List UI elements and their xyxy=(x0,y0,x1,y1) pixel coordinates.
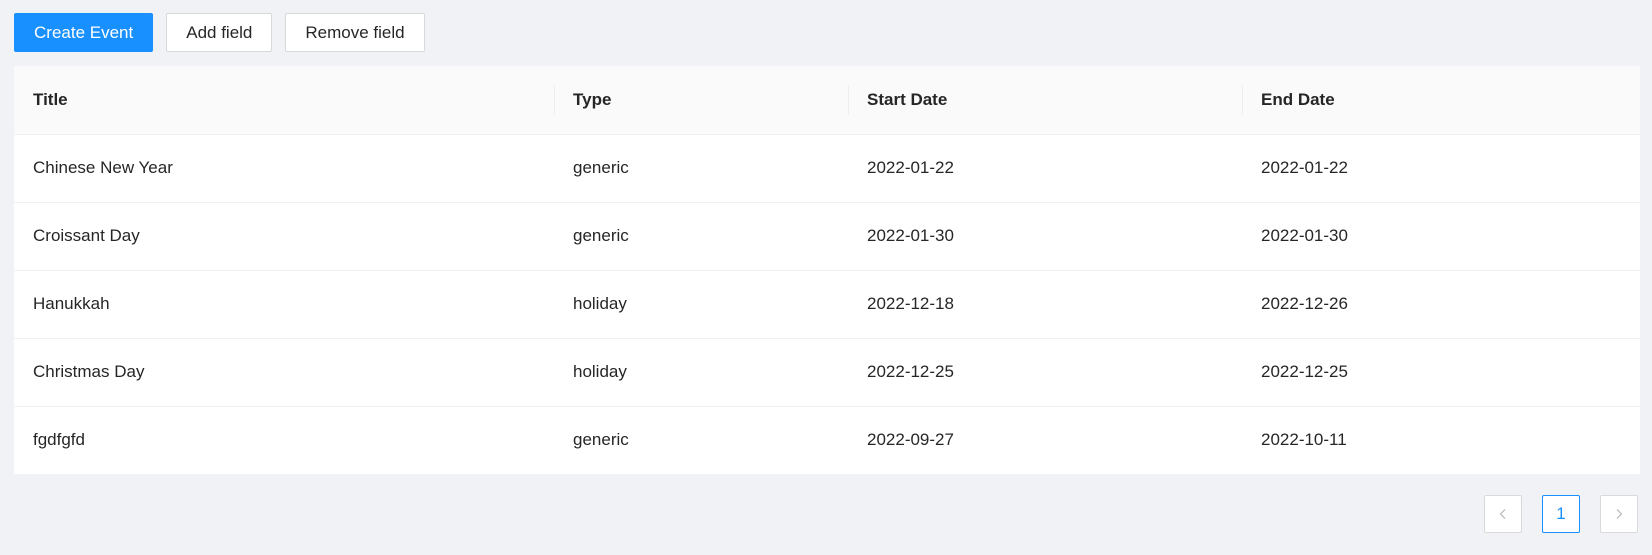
chevron-left-icon xyxy=(1499,509,1506,519)
column-divider xyxy=(848,85,849,115)
column-header-label: Start Date xyxy=(867,89,948,109)
cell-start-date: 2022-01-30 xyxy=(848,202,1242,271)
cell-start-date: 2022-01-22 xyxy=(848,134,1242,203)
cell-start-date: 2022-12-25 xyxy=(848,338,1242,407)
cell-title: Hanukkah xyxy=(14,270,554,339)
table-row[interactable]: Chinese New Year generic 2022-01-22 2022… xyxy=(14,134,1640,203)
column-divider xyxy=(554,85,555,115)
column-header-label: Type xyxy=(573,89,612,109)
cell-start-date: 2022-12-18 xyxy=(848,270,1242,339)
chevron-right-icon xyxy=(1616,509,1623,519)
column-header-end-date[interactable]: End Date xyxy=(1242,66,1640,135)
cell-type: generic xyxy=(554,134,848,203)
add-field-button[interactable]: Add field xyxy=(166,13,273,52)
events-table: Title Type Start Date End Date Chinese N… xyxy=(14,66,1640,474)
toolbar: Create Event Add field Remove field xyxy=(14,13,425,52)
table-row[interactable]: fgdfgfd generic 2022-09-27 2022-10-11 xyxy=(14,406,1640,474)
table-row[interactable]: Christmas Day holiday 2022-12-25 2022-12… xyxy=(14,338,1640,407)
cell-type: holiday xyxy=(554,270,848,339)
table-row[interactable]: Hanukkah holiday 2022-12-18 2022-12-26 xyxy=(14,270,1640,339)
cell-end-date: 2022-01-30 xyxy=(1242,202,1640,271)
next-page-button[interactable] xyxy=(1600,495,1638,533)
column-header-start-date[interactable]: Start Date xyxy=(848,66,1242,135)
create-event-button[interactable]: Create Event xyxy=(14,13,154,52)
cell-type: generic xyxy=(573,430,629,450)
cell-start-date: 2022-09-27 xyxy=(867,430,954,450)
column-header-title[interactable]: Title xyxy=(14,66,554,135)
cell-end-date: 2022-12-26 xyxy=(1242,270,1640,339)
cell-end-date: 2022-12-25 xyxy=(1242,338,1640,407)
column-divider xyxy=(1242,85,1243,115)
page-number-button[interactable]: 1 xyxy=(1542,495,1580,533)
cell-title: fgdfgfd xyxy=(33,430,85,450)
cell-title: Croissant Day xyxy=(14,202,554,271)
column-header-label: Title xyxy=(33,89,68,109)
cell-type: holiday xyxy=(554,338,848,407)
remove-field-button[interactable]: Remove field xyxy=(285,13,425,52)
column-header-label: End Date xyxy=(1261,89,1335,109)
prev-page-button[interactable] xyxy=(1484,495,1522,533)
table-header-row: Title Type Start Date End Date xyxy=(14,66,1640,135)
cell-title: Christmas Day xyxy=(14,338,554,407)
cell-end-date: 2022-01-22 xyxy=(1242,134,1640,203)
column-header-type[interactable]: Type xyxy=(554,66,848,135)
table-row[interactable]: Croissant Day generic 2022-01-30 2022-01… xyxy=(14,202,1640,271)
pagination: 1 xyxy=(1484,495,1638,533)
cell-end-date: 2022-10-11 xyxy=(1261,430,1347,450)
cell-title: Chinese New Year xyxy=(14,134,554,203)
cell-type: generic xyxy=(554,202,848,271)
